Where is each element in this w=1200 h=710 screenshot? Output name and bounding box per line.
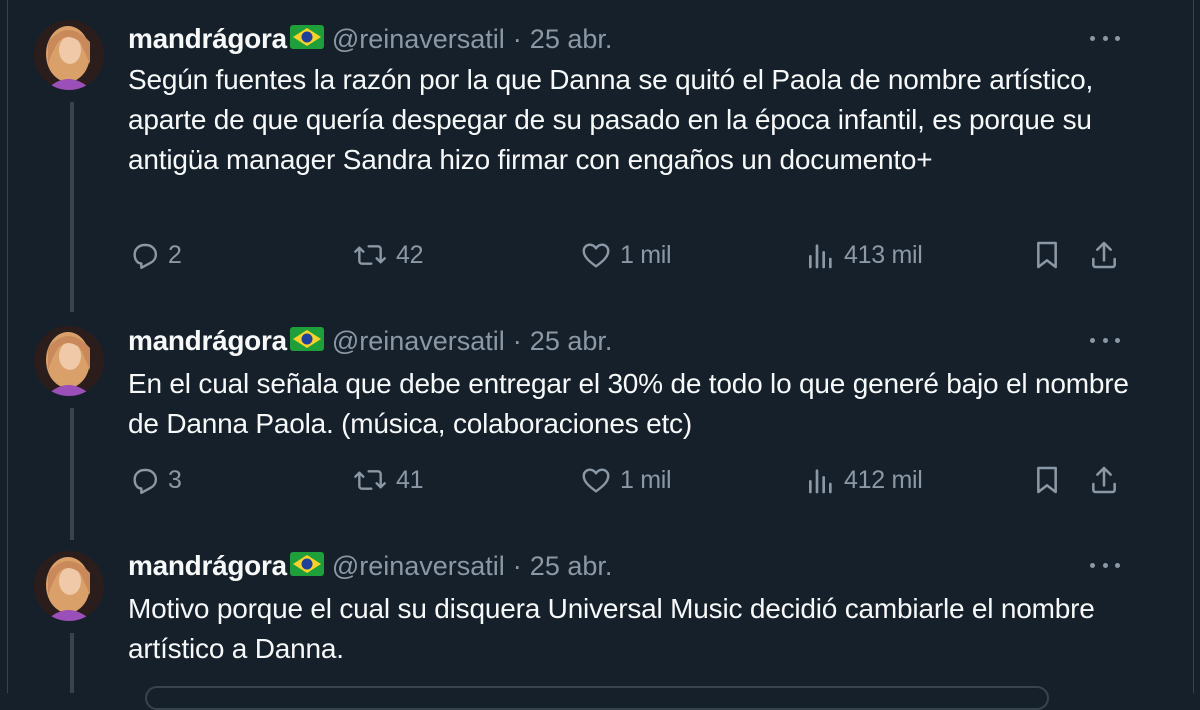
tweet-header: mandrágora @reinaversatil · 25 abr. xyxy=(128,324,612,358)
separator-dot: · xyxy=(512,550,522,581)
brazil-flag-icon xyxy=(289,326,324,356)
display-name[interactable]: mandrágora xyxy=(128,325,287,357)
brazil-flag-icon xyxy=(289,24,324,54)
tweet-header: mandrágora @reinaversatil · 25 abr. xyxy=(128,549,612,583)
share-icon xyxy=(1092,466,1116,494)
bookmark-button[interactable] xyxy=(1032,464,1062,496)
more-icon[interactable] xyxy=(1090,28,1120,48)
user-handle[interactable]: @reinaversatil xyxy=(332,326,505,357)
tweet-date[interactable]: 25 abr. xyxy=(530,326,613,357)
tweet-3[interactable]: mandrágora @reinaversatil · 25 abr. Moti… xyxy=(0,549,1200,693)
tweet-1[interactable]: mandrágora @reinaversatil · 25 abr. Segú… xyxy=(0,20,1200,320)
views-icon xyxy=(809,244,832,269)
tweet-date[interactable]: 25 abr. xyxy=(530,551,613,582)
views-count: 412 mil xyxy=(844,465,923,494)
reply-icon xyxy=(133,243,158,269)
retweet-button[interactable]: 42 xyxy=(352,239,424,271)
views-count: 413 mil xyxy=(844,240,923,269)
reply-button[interactable]: 2 xyxy=(128,239,182,271)
avatar[interactable] xyxy=(34,326,104,396)
more-icon[interactable] xyxy=(1090,330,1120,350)
embedded-card-edge xyxy=(145,686,1049,710)
retweet-count: 41 xyxy=(396,465,424,494)
tweet-text: Motivo porque el cual su disquera Univer… xyxy=(128,593,1095,664)
display-name[interactable]: mandrágora xyxy=(128,23,287,55)
like-count: 1 mil xyxy=(620,240,672,269)
user-handle[interactable]: @reinaversatil xyxy=(332,551,505,582)
separator-dot: · xyxy=(512,325,522,356)
retweet-icon xyxy=(354,245,386,265)
user-handle[interactable]: @reinaversatil xyxy=(332,24,505,55)
reply-count: 3 xyxy=(168,465,182,494)
avatar[interactable] xyxy=(34,20,104,90)
separator-dot: · xyxy=(512,23,522,54)
tweet-text: Según fuentes la razón por la que Danna … xyxy=(128,64,1094,175)
avatar[interactable] xyxy=(34,551,104,621)
brazil-flag-icon xyxy=(289,551,324,581)
views-icon xyxy=(809,469,832,494)
like-button[interactable]: 1 mil xyxy=(580,239,672,271)
tweet-date[interactable]: 25 abr. xyxy=(530,24,613,55)
display-name[interactable]: mandrágora xyxy=(128,550,287,582)
thread-line xyxy=(70,102,74,312)
retweet-icon xyxy=(354,470,386,490)
reply-icon xyxy=(133,468,158,494)
bookmark-icon xyxy=(1037,241,1057,269)
reply-count: 2 xyxy=(168,240,182,269)
retweet-count: 42 xyxy=(396,240,424,269)
share-button[interactable] xyxy=(1088,239,1120,271)
reply-button[interactable]: 3 xyxy=(128,464,182,496)
thread-line xyxy=(70,633,74,693)
heart-icon xyxy=(582,243,610,268)
bookmark-button[interactable] xyxy=(1032,239,1062,271)
retweet-button[interactable]: 41 xyxy=(352,464,424,496)
views-button[interactable]: 412 mil xyxy=(806,464,923,496)
action-bar: 2 42 1 mil 413 mil xyxy=(0,239,1200,279)
tweet-text: En el cual señala que debe entregar el 3… xyxy=(128,368,1129,439)
tweet-2[interactable]: mandrágora @reinaversatil · 25 abr. En e… xyxy=(0,322,1200,547)
action-bar: 3 41 1 mil 412 mil xyxy=(0,464,1200,504)
heart-icon xyxy=(582,468,610,493)
like-button[interactable]: 1 mil xyxy=(580,464,672,496)
bookmark-icon xyxy=(1037,466,1057,494)
like-count: 1 mil xyxy=(620,465,672,494)
more-icon[interactable] xyxy=(1090,555,1120,575)
views-button[interactable]: 413 mil xyxy=(806,239,923,271)
share-button[interactable] xyxy=(1088,464,1120,496)
tweet-header: mandrágora @reinaversatil · 25 abr. xyxy=(128,22,612,56)
share-icon xyxy=(1092,241,1116,269)
